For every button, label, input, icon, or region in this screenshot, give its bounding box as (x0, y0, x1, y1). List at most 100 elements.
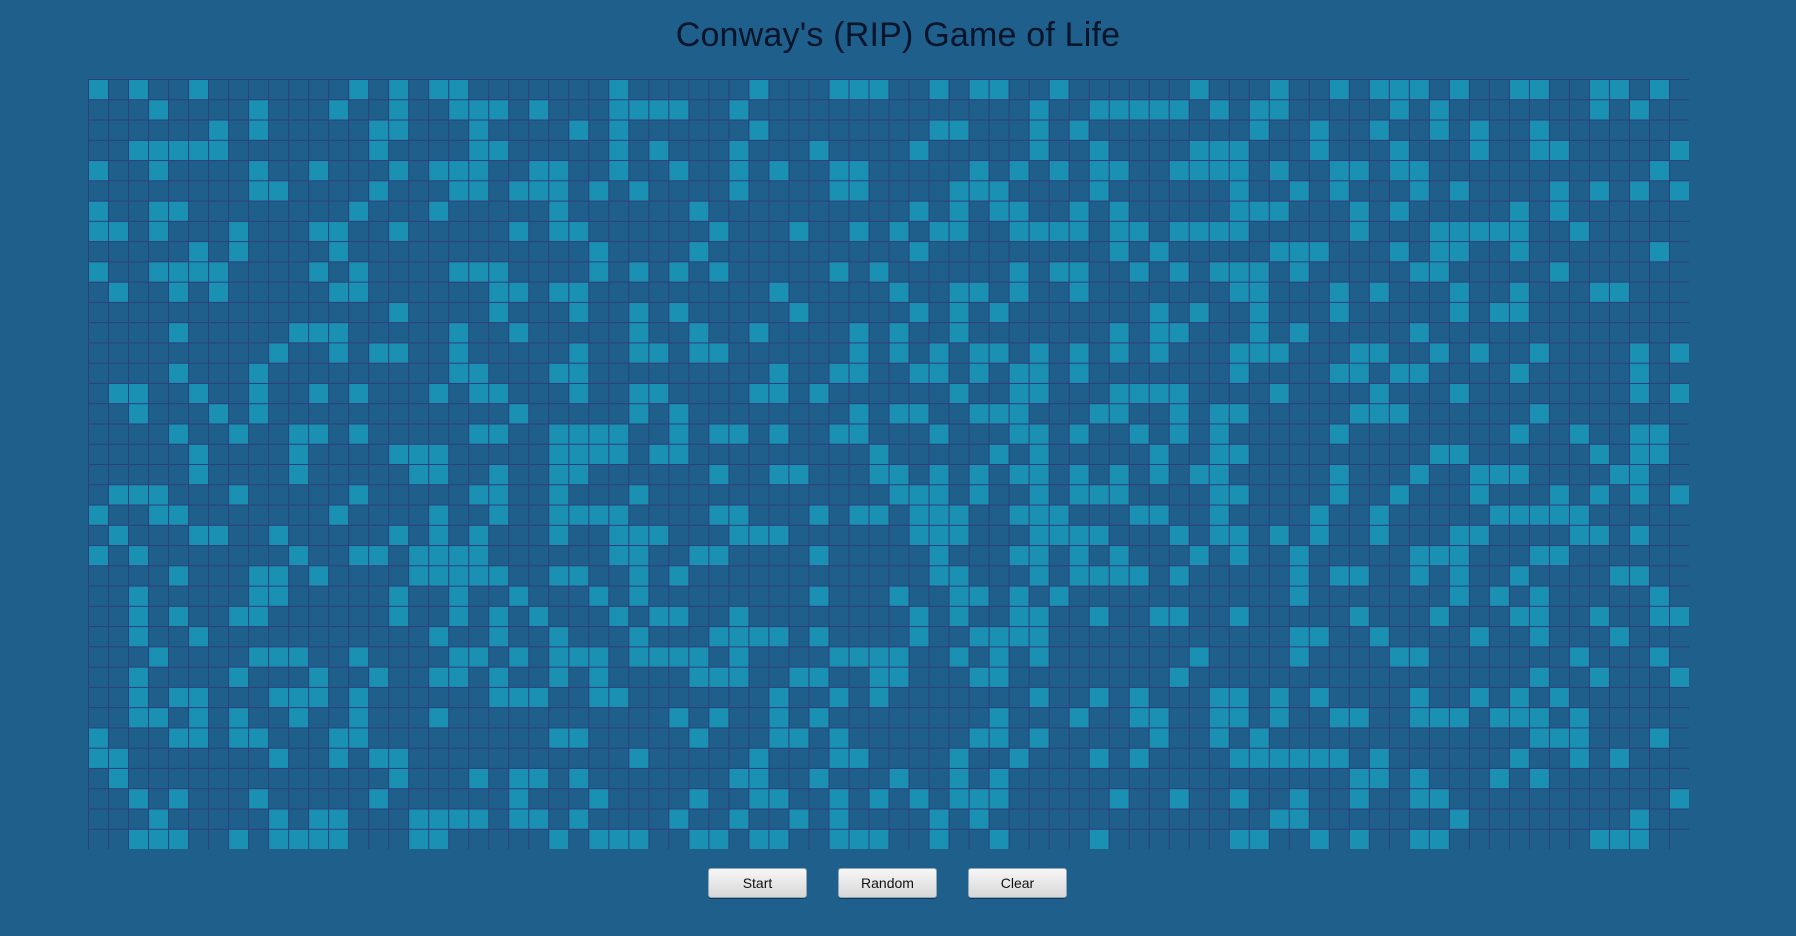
cell-dead[interactable] (909, 566, 929, 586)
cell-alive[interactable] (969, 404, 989, 424)
cell-alive[interactable] (949, 181, 969, 201)
cell-alive[interactable] (1449, 80, 1469, 100)
cell-dead[interactable] (409, 201, 429, 221)
cell-dead[interactable] (669, 546, 689, 566)
cell-alive[interactable] (1309, 140, 1329, 161)
cell-dead[interactable] (369, 282, 389, 302)
cell-alive[interactable] (749, 627, 769, 647)
cell-dead[interactable] (1269, 140, 1289, 161)
cell-dead[interactable] (749, 546, 769, 566)
cell-alive[interactable] (729, 768, 749, 789)
cell-dead[interactable] (1469, 606, 1489, 627)
cell-dead[interactable] (329, 161, 349, 181)
cell-dead[interactable] (1089, 242, 1109, 262)
cell-dead[interactable] (249, 809, 269, 829)
cell-dead[interactable] (1649, 465, 1669, 485)
cell-dead[interactable] (149, 667, 169, 687)
cell-alive[interactable] (1369, 404, 1389, 424)
cell-alive[interactable] (1009, 383, 1029, 404)
cell-dead[interactable] (1409, 282, 1429, 302)
cell-alive[interactable] (929, 221, 949, 242)
cell-dead[interactable] (1629, 586, 1649, 606)
cell-alive[interactable] (1149, 728, 1169, 748)
cell-dead[interactable] (829, 566, 849, 586)
cell-dead[interactable] (909, 282, 929, 302)
cell-alive[interactable] (1069, 120, 1089, 140)
cell-dead[interactable] (149, 424, 169, 444)
cell-dead[interactable] (229, 525, 249, 546)
cell-alive[interactable] (1009, 606, 1029, 627)
cell-dead[interactable] (1149, 667, 1169, 687)
cell-alive[interactable] (1489, 708, 1509, 728)
cell-alive[interactable] (1249, 100, 1269, 120)
cell-dead[interactable] (1529, 809, 1549, 829)
cell-dead[interactable] (669, 201, 689, 221)
cell-alive[interactable] (1489, 465, 1509, 485)
cell-dead[interactable] (1129, 120, 1149, 140)
cell-dead[interactable] (349, 667, 369, 687)
cell-dead[interactable] (1489, 181, 1509, 201)
cell-dead[interactable] (189, 789, 209, 809)
cell-alive[interactable] (169, 282, 189, 302)
cell-dead[interactable] (309, 586, 329, 606)
cell-dead[interactable] (1569, 465, 1589, 485)
cell-dead[interactable] (1009, 768, 1029, 789)
cell-dead[interactable] (1329, 242, 1349, 262)
cell-dead[interactable] (1429, 201, 1449, 221)
cell-alive[interactable] (1089, 748, 1109, 768)
cell-alive[interactable] (469, 262, 489, 282)
cell-alive[interactable] (1169, 606, 1189, 627)
cell-alive[interactable] (469, 140, 489, 161)
cell-alive[interactable] (1329, 161, 1349, 181)
cell-dead[interactable] (929, 201, 949, 221)
cell-dead[interactable] (529, 505, 549, 525)
cell-dead[interactable] (1409, 485, 1429, 505)
cell-dead[interactable] (1469, 728, 1489, 748)
cell-alive[interactable] (469, 647, 489, 667)
cell-alive[interactable] (1669, 485, 1689, 505)
cell-dead[interactable] (1549, 708, 1569, 728)
cell-dead[interactable] (249, 201, 269, 221)
cell-alive[interactable] (1269, 343, 1289, 363)
cell-dead[interactable] (1209, 566, 1229, 586)
cell-alive[interactable] (329, 829, 349, 849)
cell-dead[interactable] (1609, 485, 1629, 505)
cell-dead[interactable] (669, 80, 689, 100)
cell-dead[interactable] (1129, 282, 1149, 302)
cell-dead[interactable] (209, 566, 229, 586)
cell-dead[interactable] (1249, 465, 1269, 485)
cell-dead[interactable] (1389, 586, 1409, 606)
cell-alive[interactable] (249, 728, 269, 748)
cell-dead[interactable] (1169, 302, 1189, 323)
cell-dead[interactable] (489, 221, 509, 242)
cell-dead[interactable] (1549, 161, 1569, 181)
cell-alive[interactable] (1289, 748, 1309, 768)
cell-dead[interactable] (1189, 404, 1209, 424)
cell-alive[interactable] (1509, 221, 1529, 242)
cell-dead[interactable] (829, 627, 849, 647)
cell-alive[interactable] (429, 201, 449, 221)
cell-dead[interactable] (1129, 444, 1149, 464)
cell-dead[interactable] (649, 505, 669, 525)
cell-dead[interactable] (1069, 404, 1089, 424)
cell-dead[interactable] (1229, 424, 1249, 444)
cell-alive[interactable] (1409, 829, 1429, 849)
cell-alive[interactable] (789, 465, 809, 485)
cell-dead[interactable] (1589, 546, 1609, 566)
cell-dead[interactable] (1469, 647, 1489, 667)
cell-dead[interactable] (1629, 728, 1649, 748)
cell-dead[interactable] (369, 525, 389, 546)
cell-dead[interactable] (409, 221, 429, 242)
cell-alive[interactable] (729, 161, 749, 181)
cell-dead[interactable] (149, 323, 169, 343)
cell-dead[interactable] (689, 80, 709, 100)
cell-dead[interactable] (589, 728, 609, 748)
cell-dead[interactable] (649, 282, 669, 302)
cell-alive[interactable] (89, 748, 109, 768)
cell-dead[interactable] (969, 140, 989, 161)
cell-dead[interactable] (869, 282, 889, 302)
cell-alive[interactable] (749, 80, 769, 100)
cell-dead[interactable] (829, 768, 849, 789)
cell-dead[interactable] (529, 748, 549, 768)
cell-alive[interactable] (229, 606, 249, 627)
